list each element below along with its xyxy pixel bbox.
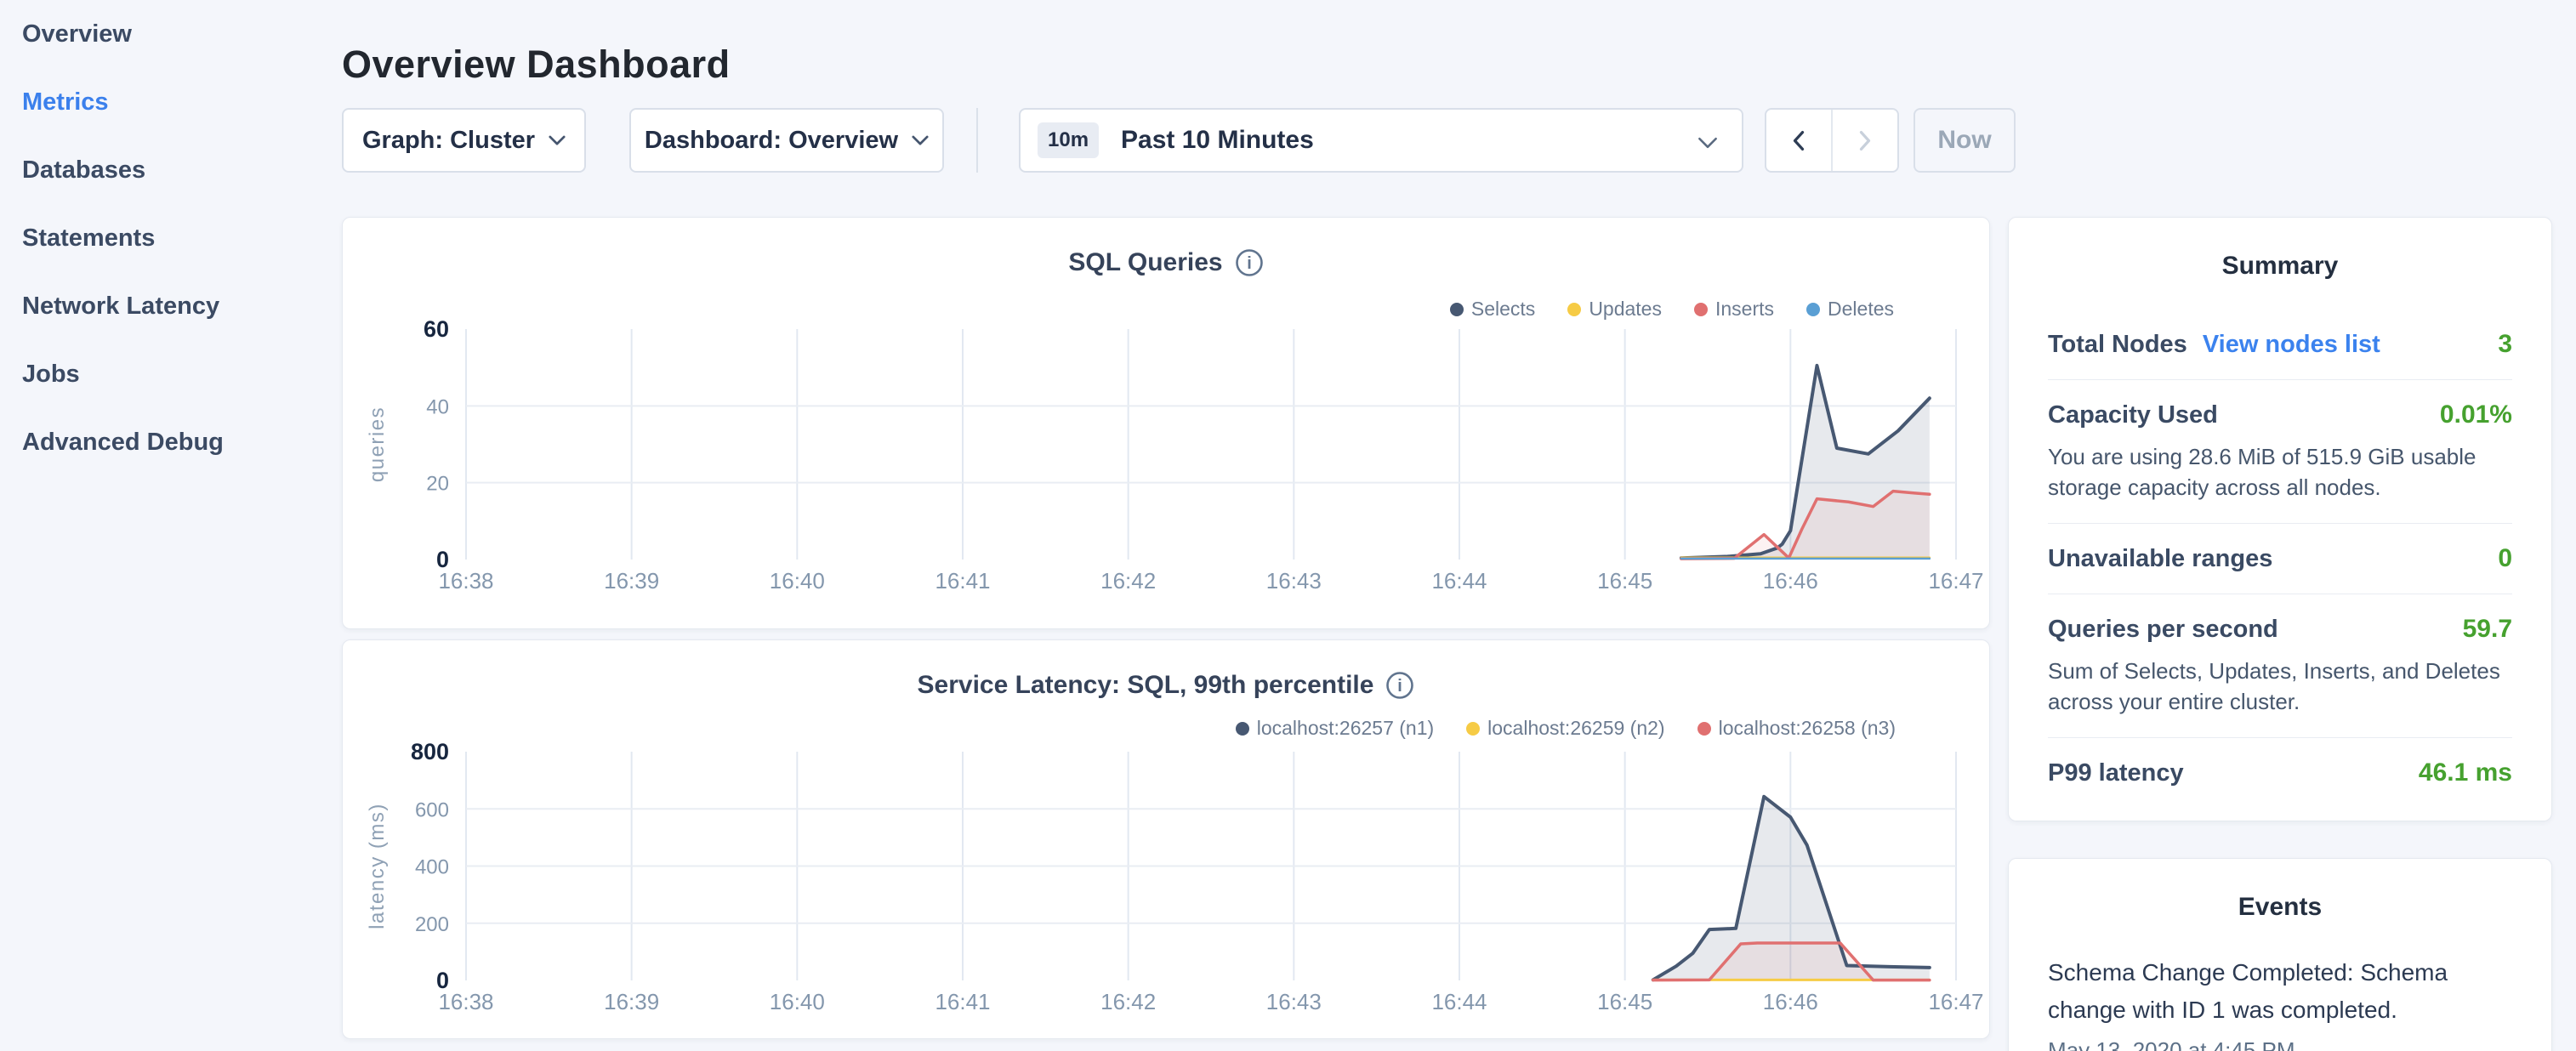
- event-message: Schema Change Completed: Schema change w…: [2048, 954, 2512, 1029]
- summary-row-description: You are using 28.6 MiB of 515.9 GiB usab…: [2048, 441, 2512, 503]
- sql-queries-chart-card: SQL Queries i SelectsUpdatesInsertsDelet…: [342, 217, 1990, 629]
- sidebar-item-metrics[interactable]: Metrics: [22, 68, 340, 136]
- sidebar-item-databases[interactable]: Databases: [22, 136, 340, 204]
- time-back-button[interactable]: [1766, 110, 1831, 171]
- summary-row-label: Unavailable ranges: [2048, 545, 2272, 573]
- svg-text:40: 40: [426, 395, 449, 418]
- summary-rows: Total Nodes View nodes list 3 Capacity Used…: [2048, 310, 2512, 808]
- summary-row: Queries per second 59.7 Sum of Selects, Up…: [2048, 594, 2512, 738]
- svg-text:16:43: 16:43: [1266, 568, 1322, 594]
- svg-text:16:45: 16:45: [1597, 568, 1652, 594]
- svg-text:200: 200: [415, 913, 449, 936]
- summary-panel: Summary Total Nodes View nodes list 3 Capac…: [2008, 217, 2552, 821]
- summary-row-value: 46.1 ms: [2419, 758, 2512, 787]
- chevron-down-icon: [1697, 137, 1718, 150]
- svg-text:16:41: 16:41: [935, 568, 990, 594]
- chevron-down-icon: [912, 135, 929, 146]
- summary-row-label: Queries per second: [2048, 616, 2278, 644]
- sql-queries-chart: 16:3816:3916:4016:4116:4216:4316:4416:45…: [343, 218, 1991, 630]
- time-window-label: Past 10 Minutes: [1121, 126, 1314, 155]
- svg-text:0: 0: [436, 968, 449, 993]
- dashboard-dropdown-label: Dashboard: Overview: [645, 127, 898, 155]
- summary-title: Summary: [2048, 218, 2512, 281]
- svg-text:queries: queries: [366, 406, 389, 482]
- summary-row-value: 59.7: [2463, 615, 2512, 644]
- graph-dropdown-label: Graph: Cluster: [362, 127, 535, 155]
- time-window-selector[interactable]: 10m Past 10 Minutes: [1019, 108, 1743, 173]
- summary-row: Capacity Used 0.01% You are using 28.6 MiB…: [2048, 380, 2512, 524]
- svg-text:16:39: 16:39: [604, 568, 659, 594]
- events-list: Schema Change Completed: Schema change w…: [2048, 954, 2512, 1051]
- svg-text:16:47: 16:47: [1928, 568, 1983, 594]
- svg-text:16:45: 16:45: [1597, 989, 1652, 1014]
- time-step-arrows: [1765, 108, 1899, 173]
- svg-text:16:44: 16:44: [1431, 568, 1487, 594]
- svg-text:latency (ms): latency (ms): [366, 803, 389, 929]
- svg-text:16:44: 16:44: [1431, 989, 1487, 1014]
- svg-text:16:40: 16:40: [770, 568, 825, 594]
- svg-text:16:40: 16:40: [770, 989, 825, 1014]
- sidebar-item-jobs[interactable]: Jobs: [22, 340, 340, 408]
- sidebar-item-statements[interactable]: Statements: [22, 204, 340, 272]
- svg-text:16:42: 16:42: [1100, 568, 1156, 594]
- svg-text:16:41: 16:41: [935, 989, 990, 1014]
- svg-text:600: 600: [415, 798, 449, 821]
- summary-row-label: P99 latency: [2048, 759, 2184, 787]
- graph-dropdown[interactable]: Graph: Cluster: [342, 108, 586, 173]
- summary-row-description: Sum of Selects, Updates, Inserts, and De…: [2048, 656, 2512, 717]
- chevron-left-icon: [1791, 129, 1806, 152]
- summary-row: Unavailable ranges 0: [2048, 524, 2512, 594]
- chevron-right-icon: [1857, 129, 1873, 152]
- app-root: OverviewMetricsDatabasesStatementsNetwor…: [0, 0, 2576, 1051]
- svg-text:16:42: 16:42: [1100, 989, 1156, 1014]
- summary-row: Total Nodes View nodes list 3: [2048, 310, 2512, 380]
- events-title: Events: [2048, 859, 2512, 922]
- summary-row: P99 latency 46.1 ms: [2048, 738, 2512, 808]
- summary-row-label: Capacity Used: [2048, 401, 2218, 429]
- svg-text:16:39: 16:39: [604, 989, 659, 1014]
- svg-text:60: 60: [424, 316, 449, 342]
- svg-text:0: 0: [436, 547, 449, 572]
- svg-text:16:46: 16:46: [1763, 568, 1818, 594]
- svg-text:400: 400: [415, 856, 449, 879]
- page-title: Overview Dashboard: [342, 43, 731, 87]
- dashboard-dropdown[interactable]: Dashboard: Overview: [629, 108, 944, 173]
- chevron-down-icon: [549, 135, 566, 146]
- svg-text:800: 800: [411, 739, 449, 764]
- summary-row-value: 0.01%: [2440, 401, 2512, 429]
- sidebar-item-advanced-debug[interactable]: Advanced Debug: [22, 408, 340, 476]
- view-nodes-list-link[interactable]: View nodes list: [2203, 331, 2380, 359]
- summary-row-label: Total Nodes: [2048, 331, 2187, 359]
- summary-row-value: 3: [2498, 330, 2512, 359]
- sidebar-item-overview[interactable]: Overview: [22, 0, 340, 68]
- event-timestamp: May 13, 2020 at 4:45 PM: [2048, 1037, 2512, 1051]
- time-window-badge: 10m: [1038, 122, 1099, 158]
- svg-text:16:46: 16:46: [1763, 989, 1818, 1014]
- controls-divider: [976, 108, 978, 173]
- events-panel: Events Schema Change Completed: Schema c…: [2008, 858, 2552, 1051]
- svg-text:20: 20: [426, 473, 449, 496]
- svg-text:16:47: 16:47: [1928, 989, 1983, 1014]
- summary-row-value: 0: [2498, 544, 2512, 573]
- time-forward-button[interactable]: [1831, 110, 1897, 171]
- now-button[interactable]: Now: [1914, 108, 2016, 173]
- sidebar: OverviewMetricsDatabasesStatementsNetwor…: [0, 0, 340, 1051]
- event-item: Schema Change Completed: Schema change w…: [2048, 954, 2512, 1051]
- service-latency-chart: 16:3816:3916:4016:4116:4216:4316:4416:45…: [343, 640, 1991, 1040]
- service-latency-chart-card: Service Latency: SQL, 99th percentile i …: [342, 639, 1990, 1039]
- svg-text:16:43: 16:43: [1266, 989, 1322, 1014]
- sidebar-item-network-latency[interactable]: Network Latency: [22, 272, 340, 340]
